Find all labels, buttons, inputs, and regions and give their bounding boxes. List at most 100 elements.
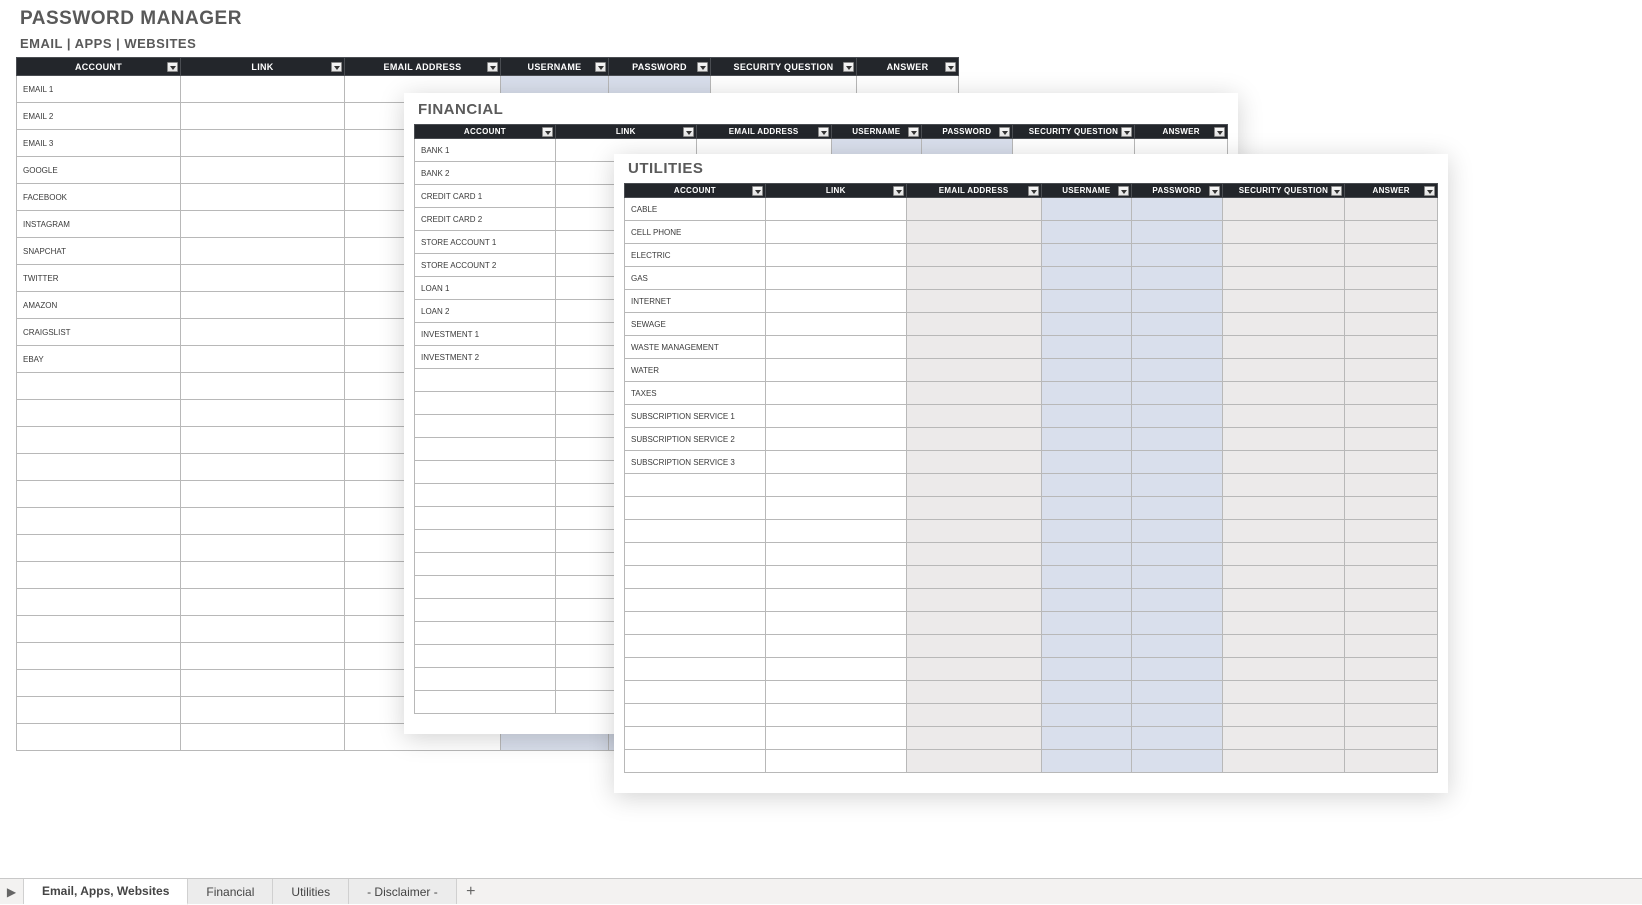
account-cell[interactable]: AMAZON: [17, 292, 181, 319]
filter-dropdown-icon[interactable]: [1209, 186, 1220, 196]
account-cell[interactable]: INSTAGRAM: [17, 211, 181, 238]
filter-dropdown-icon[interactable]: [818, 127, 829, 137]
data-cell[interactable]: [1345, 451, 1438, 474]
account-cell[interactable]: [625, 750, 766, 773]
data-cell[interactable]: [181, 616, 345, 643]
data-cell[interactable]: [1132, 359, 1223, 382]
data-cell[interactable]: [765, 221, 906, 244]
account-cell[interactable]: [17, 427, 181, 454]
column-header-link[interactable]: LINK: [765, 184, 906, 198]
data-cell[interactable]: [765, 405, 906, 428]
data-cell[interactable]: [1132, 658, 1223, 681]
data-cell[interactable]: [1132, 290, 1223, 313]
data-cell[interactable]: [1345, 566, 1438, 589]
data-cell[interactable]: [181, 643, 345, 670]
data-cell[interactable]: [181, 265, 345, 292]
data-cell[interactable]: [181, 211, 345, 238]
account-cell[interactable]: [17, 508, 181, 535]
data-cell[interactable]: [1345, 704, 1438, 727]
account-cell[interactable]: [17, 589, 181, 616]
account-cell[interactable]: [415, 392, 556, 415]
data-cell[interactable]: [765, 658, 906, 681]
filter-dropdown-icon[interactable]: [999, 127, 1010, 137]
account-cell[interactable]: INTERNET: [625, 290, 766, 313]
data-cell[interactable]: [906, 658, 1041, 681]
filter-dropdown-icon[interactable]: [945, 62, 956, 72]
column-header-username[interactable]: USERNAME: [501, 58, 609, 76]
data-cell[interactable]: [1345, 543, 1438, 566]
add-sheet-button[interactable]: +: [457, 879, 485, 904]
data-cell[interactable]: [906, 313, 1041, 336]
data-cell[interactable]: [906, 336, 1041, 359]
data-cell[interactable]: [765, 428, 906, 451]
account-cell[interactable]: [625, 589, 766, 612]
filter-dropdown-icon[interactable]: [843, 62, 854, 72]
data-cell[interactable]: [1041, 244, 1132, 267]
filter-dropdown-icon[interactable]: [595, 62, 606, 72]
data-cell[interactable]: [1222, 750, 1345, 773]
data-cell[interactable]: [765, 566, 906, 589]
data-cell[interactable]: [1345, 681, 1438, 704]
account-cell[interactable]: EBAY: [17, 346, 181, 373]
data-cell[interactable]: [765, 543, 906, 566]
data-cell[interactable]: [765, 681, 906, 704]
data-cell[interactable]: [1222, 221, 1345, 244]
account-cell[interactable]: SEWAGE: [625, 313, 766, 336]
account-cell[interactable]: [415, 668, 556, 691]
filter-dropdown-icon[interactable]: [908, 127, 919, 137]
data-cell[interactable]: [1041, 589, 1132, 612]
data-cell[interactable]: [1345, 382, 1438, 405]
account-cell[interactable]: [415, 415, 556, 438]
data-cell[interactable]: [765, 612, 906, 635]
account-cell[interactable]: EMAIL 2: [17, 103, 181, 130]
data-cell[interactable]: [906, 612, 1041, 635]
data-cell[interactable]: [1132, 244, 1223, 267]
data-cell[interactable]: [906, 359, 1041, 382]
filter-dropdown-icon[interactable]: [487, 62, 498, 72]
data-cell[interactable]: [1222, 359, 1345, 382]
data-cell[interactable]: [1132, 382, 1223, 405]
data-cell[interactable]: [1222, 267, 1345, 290]
filter-dropdown-icon[interactable]: [542, 127, 553, 137]
data-cell[interactable]: [1345, 221, 1438, 244]
data-cell[interactable]: [1132, 727, 1223, 750]
data-cell[interactable]: [1132, 497, 1223, 520]
data-cell[interactable]: [1041, 635, 1132, 658]
account-cell[interactable]: CRAIGSLIST: [17, 319, 181, 346]
data-cell[interactable]: [1222, 727, 1345, 750]
data-cell[interactable]: [1222, 290, 1345, 313]
data-cell[interactable]: [1345, 428, 1438, 451]
account-cell[interactable]: ELECTRIC: [625, 244, 766, 267]
data-cell[interactable]: [181, 724, 345, 751]
account-cell[interactable]: [17, 562, 181, 589]
filter-dropdown-icon[interactable]: [167, 62, 178, 72]
data-cell[interactable]: [906, 290, 1041, 313]
data-cell[interactable]: [1222, 382, 1345, 405]
data-cell[interactable]: [906, 451, 1041, 474]
column-header-security-question[interactable]: SECURITY QUESTION: [711, 58, 857, 76]
account-cell[interactable]: [17, 670, 181, 697]
data-cell[interactable]: [1345, 750, 1438, 773]
column-header-email-address[interactable]: EMAIL ADDRESS: [906, 184, 1041, 198]
account-cell[interactable]: [625, 520, 766, 543]
filter-dropdown-icon[interactable]: [1028, 186, 1039, 196]
account-cell[interactable]: [415, 645, 556, 668]
column-header-username[interactable]: USERNAME: [831, 125, 922, 139]
sheet-tab-utilities[interactable]: Utilities: [273, 879, 349, 904]
data-cell[interactable]: [1345, 198, 1438, 221]
data-cell[interactable]: [1345, 244, 1438, 267]
account-cell[interactable]: [625, 474, 766, 497]
data-cell[interactable]: [1345, 727, 1438, 750]
data-cell[interactable]: [1041, 451, 1132, 474]
filter-dropdown-icon[interactable]: [683, 127, 694, 137]
data-cell[interactable]: [181, 454, 345, 481]
data-cell[interactable]: [1132, 635, 1223, 658]
data-cell[interactable]: [1132, 543, 1223, 566]
data-cell[interactable]: [1222, 589, 1345, 612]
data-cell[interactable]: [765, 290, 906, 313]
data-cell[interactable]: [765, 198, 906, 221]
data-cell[interactable]: [1345, 474, 1438, 497]
account-cell[interactable]: EMAIL 1: [17, 76, 181, 103]
account-cell[interactable]: [415, 553, 556, 576]
account-cell[interactable]: [415, 576, 556, 599]
